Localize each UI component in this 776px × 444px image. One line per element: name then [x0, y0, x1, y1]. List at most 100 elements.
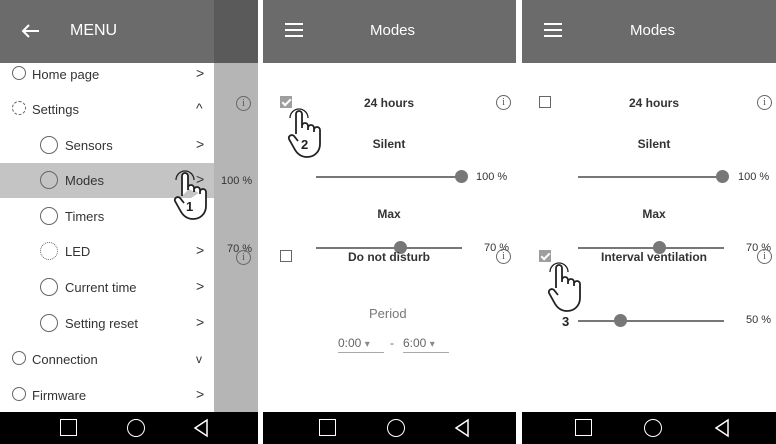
info-icon[interactable]: i: [496, 95, 511, 110]
label-silent: Silent: [372, 137, 406, 151]
chevron-up-icon: ^: [196, 100, 203, 116]
menu-panel: MENU i 100 % 70 % i Home page > Settings…: [0, 0, 258, 444]
chevron-right-icon: >: [196, 242, 205, 258]
square-icon[interactable]: [575, 419, 592, 436]
period-from-value: 0:00: [338, 336, 362, 350]
period-to-select[interactable]: 6:00 ▾: [403, 336, 449, 353]
circle-icon[interactable]: [644, 419, 662, 437]
menu-item-settings[interactable]: Settings ^: [0, 92, 214, 127]
label-period: Period: [369, 306, 407, 321]
modes-title: Modes: [370, 22, 416, 39]
caret-down-icon: ▾: [364, 339, 370, 350]
menu-item-home[interactable]: Home page >: [0, 57, 214, 92]
hamburger-menu-icon[interactable]: [285, 23, 303, 37]
caret-down-icon: ▾: [429, 339, 435, 350]
chevron-right-icon: >: [196, 386, 205, 402]
modes-header: Modes: [263, 0, 516, 63]
clock-icon: [40, 278, 58, 296]
chevron-right-icon: >: [196, 314, 205, 330]
menu-item-current-time[interactable]: Current time >: [0, 270, 214, 305]
menu-header: MENU: [0, 0, 214, 63]
modes-panel-3: Modes 24 hours i Silent 100 % Max 70 % I…: [522, 0, 776, 444]
info-icon: i: [236, 96, 251, 111]
square-icon[interactable]: [319, 419, 336, 436]
menu-item-sensors[interactable]: Sensors >: [0, 128, 214, 163]
circle-icon[interactable]: [127, 419, 145, 437]
menu-item-setting-reset[interactable]: Setting reset >: [0, 306, 214, 341]
reset-icon: [40, 314, 58, 332]
arrow-left-icon[interactable]: [20, 23, 40, 39]
period-from-select[interactable]: 0:00 ▾: [338, 336, 384, 353]
period-separator: -: [390, 336, 394, 350]
chevron-right-icon: >: [196, 278, 205, 294]
menu-item-label: Home page: [32, 67, 100, 82]
label-max: Max: [377, 207, 401, 221]
menu-item-label: Connection: [32, 352, 98, 367]
label-do-not-disturb: Do not disturb: [348, 250, 430, 264]
hamburger-menu-icon[interactable]: [544, 23, 562, 37]
share-icon: [12, 351, 26, 365]
sensor-icon: [40, 136, 58, 154]
label-24-hours: 24 hours: [363, 96, 414, 110]
info-icon[interactable]: i: [496, 249, 511, 264]
step-number: 1: [186, 199, 194, 214]
triangle-back-icon[interactable]: [714, 418, 730, 438]
chevron-right-icon: >: [196, 65, 205, 81]
triangle-back-icon[interactable]: [193, 418, 209, 438]
menu-title: MENU: [70, 22, 118, 39]
dim-overlay: i 100 % 70 % i: [214, 0, 258, 412]
label-24-hours: 24 hours: [628, 96, 679, 110]
slider-silent-track[interactable]: [316, 176, 462, 178]
info-icon[interactable]: i: [757, 249, 772, 264]
lightbulb-icon: [40, 242, 58, 260]
hand-pointer-icon: [547, 262, 581, 312]
silent-value: 100 %: [476, 171, 508, 183]
menu-item-label: Setting reset: [65, 316, 138, 331]
period-to-value: 6:00: [403, 336, 427, 350]
label-max: Max: [642, 207, 666, 221]
menu-item-led[interactable]: LED >: [0, 234, 214, 269]
chevron-down-icon: v: [196, 352, 202, 366]
triangle-back-icon[interactable]: [454, 418, 470, 438]
info-icon: i: [236, 250, 251, 265]
slider-silent-track[interactable]: [578, 176, 724, 178]
step-number: 3: [562, 314, 570, 329]
settings-icon: [12, 101, 26, 115]
chip-icon: [12, 387, 26, 401]
menu-item-label: Sensors: [65, 138, 113, 153]
label-silent: Silent: [637, 137, 671, 151]
checkbox-24-hours[interactable]: [539, 96, 551, 108]
step-number: 2: [301, 137, 309, 152]
info-icon[interactable]: i: [757, 95, 772, 110]
slider-interval-thumb[interactable]: [614, 314, 627, 327]
menu-item-firmware[interactable]: Firmware >: [0, 378, 214, 413]
modes-title: Modes: [630, 22, 676, 39]
modes-panel-2: Modes 24 hours i Silent 100 % Max 70 % D…: [263, 0, 516, 444]
menu-item-label: Modes: [65, 173, 105, 188]
slider-max-track[interactable]: [578, 247, 724, 249]
menu-item-label: Timers: [65, 209, 105, 224]
chevron-right-icon: >: [196, 136, 205, 152]
silent-value: 100 %: [738, 171, 770, 183]
interval-value: 50 %: [746, 314, 772, 326]
android-nav-bar: [0, 412, 258, 444]
square-icon[interactable]: [60, 419, 77, 436]
modes-header: Modes: [522, 0, 776, 63]
slider-interval-track[interactable]: [578, 320, 724, 322]
menu-item-label: Settings: [32, 102, 79, 117]
slider-silent-thumb[interactable]: [716, 170, 729, 183]
android-nav-bar: [522, 412, 776, 444]
circle-icon[interactable]: [387, 419, 405, 437]
home-icon: [12, 66, 26, 80]
checkbox-do-not-disturb[interactable]: [280, 250, 292, 262]
menu-item-label: LED: [65, 244, 91, 259]
overlay-silent-value: 100 %: [221, 175, 253, 187]
slider-max-track[interactable]: [316, 247, 462, 249]
modes-icon: [40, 171, 58, 189]
menu-item-connection[interactable]: Connection v: [0, 342, 214, 377]
menu-item-label: Current time: [65, 280, 137, 295]
menu-item-label: Firmware: [32, 388, 87, 403]
slider-silent-thumb[interactable]: [455, 170, 468, 183]
timer-icon: [40, 207, 58, 225]
label-interval-ventilation: Interval ventilation: [600, 250, 708, 264]
